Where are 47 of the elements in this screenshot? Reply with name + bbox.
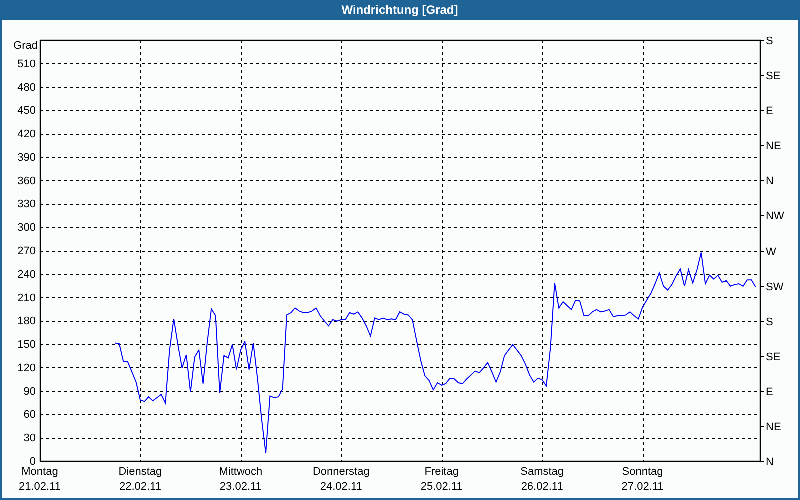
compass-label: E: [766, 106, 774, 118]
compass-label: SE: [766, 70, 781, 82]
y-axis-label: 150: [18, 339, 36, 352]
weekday-label: Freitag: [424, 466, 459, 478]
compass-label: S: [766, 36, 774, 48]
date-label: 22.02.11: [119, 481, 162, 493]
compass-label: NE: [766, 422, 782, 434]
y-axis-label: 510: [18, 58, 36, 70]
compass-label: S: [766, 316, 774, 328]
weekday-label: Mittwoch: [219, 466, 263, 478]
y-axis-title: Grad: [14, 40, 38, 52]
weekday-label: Donnerstag: [312, 466, 370, 478]
y-axis-label: 300: [18, 222, 36, 234]
y-axis-label: 0: [30, 456, 36, 468]
y-axis-label: 30: [24, 432, 36, 445]
date-label: 23.02.11: [220, 481, 262, 493]
weekday-label: Montag: [22, 466, 58, 478]
date-label: 26.02.11: [521, 481, 564, 493]
y-axis-label: 360: [18, 175, 36, 188]
y-axis-label: 90: [24, 386, 36, 398]
compass-label: NW: [766, 210, 784, 222]
window-title: Windrichtung [Grad]: [342, 2, 458, 19]
y-axis-label: 450: [18, 105, 36, 118]
y-axis-label: 420: [18, 128, 36, 141]
compass-label: SW: [766, 282, 784, 294]
compass-label: N: [766, 456, 774, 468]
weekday-label: Samstag: [520, 466, 564, 478]
date-label: 24.02.11: [320, 481, 362, 493]
y-axis-label: 60: [24, 409, 36, 422]
y-axis-label: 390: [18, 152, 36, 164]
date-label: 25.02.11: [420, 481, 463, 493]
date-label: 27.02.11: [622, 481, 664, 493]
compass-label: E: [766, 386, 774, 398]
y-axis-label: 240: [18, 268, 36, 281]
y-axis-label: 180: [18, 316, 36, 328]
weekday-label: Sonntag: [622, 466, 664, 478]
weekday-label: Dienstag: [118, 466, 162, 478]
compass-label: W: [766, 246, 776, 258]
y-axis-label: 330: [18, 198, 36, 211]
compass-label: SE: [766, 352, 781, 364]
compass-label: NE: [766, 140, 782, 152]
y-axis-label: 480: [18, 82, 36, 94]
date-label: 21.02.11: [19, 481, 61, 493]
y-axis-label: 270: [18, 246, 36, 258]
y-axis-label: 120: [18, 362, 36, 374]
compass-label: N: [766, 176, 774, 188]
y-axis-label: 210: [18, 292, 36, 304]
